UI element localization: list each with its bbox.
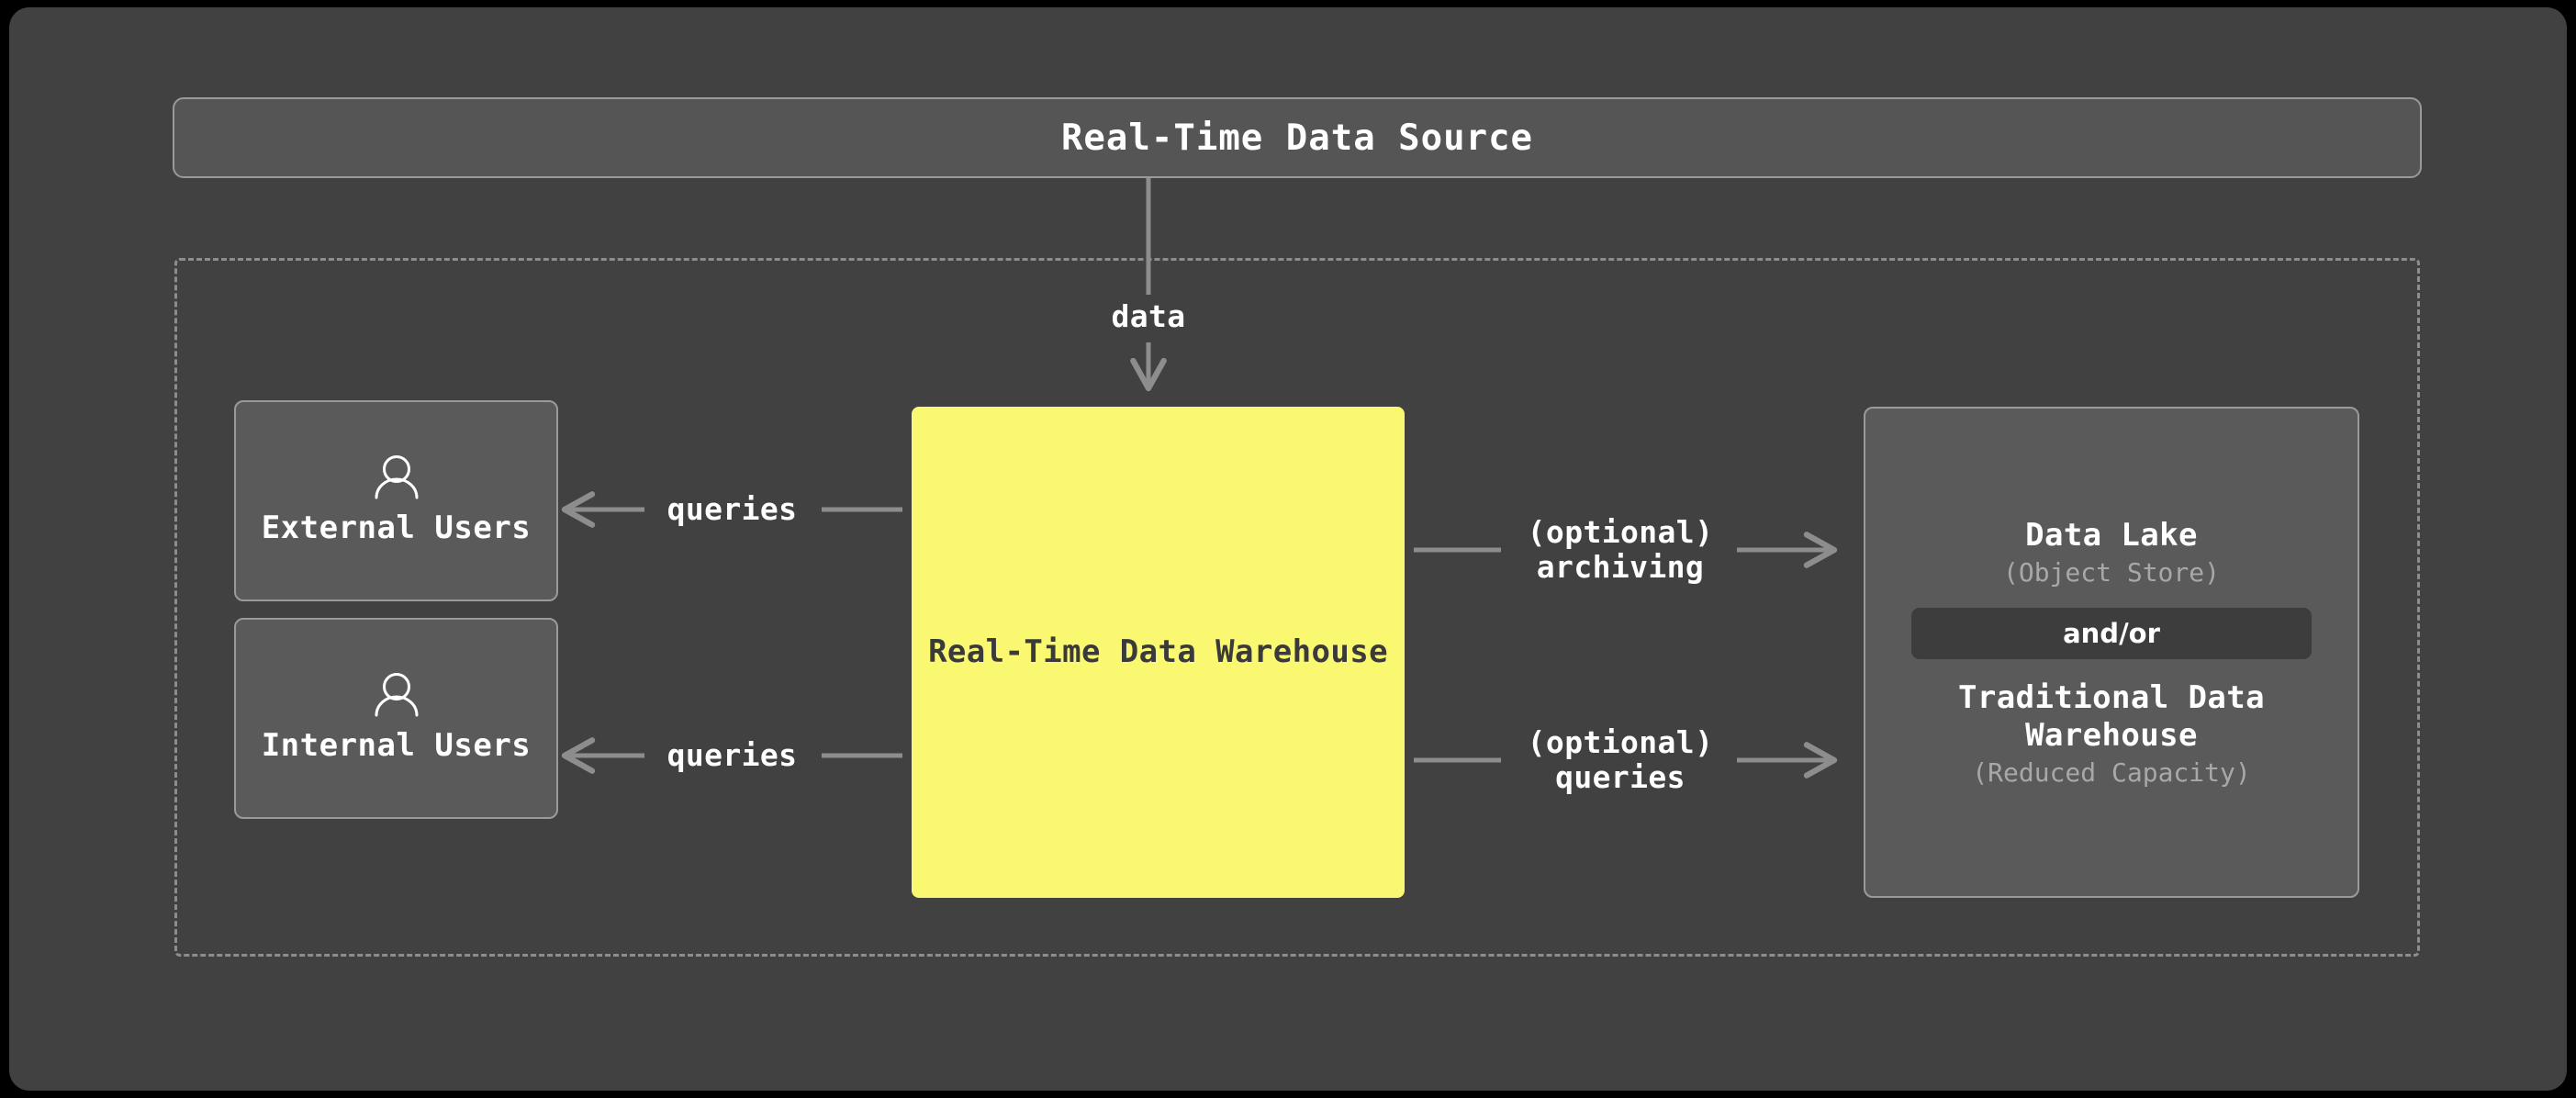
- data-lake-subtitle: (Object Store): [2002, 556, 2220, 588]
- data-lake-title: Data Lake: [2025, 516, 2198, 554]
- person-icon: [375, 673, 418, 717]
- external-users-box[interactable]: External Users: [234, 400, 558, 601]
- internal-users-box[interactable]: Internal Users: [234, 618, 558, 819]
- and-or-badge: and/or: [1911, 608, 2312, 660]
- external-users-label: External Users: [261, 510, 532, 547]
- real-time-data-warehouse-box[interactable]: Real-Time Data Warehouse: [912, 407, 1405, 898]
- traditional-warehouse-title: Traditional Data Warehouse: [1958, 679, 2265, 754]
- source-title: Real-Time Data Source: [1060, 117, 1534, 159]
- and-or-label: and/or: [2063, 618, 2160, 650]
- edge-label-queries-internal: queries: [666, 737, 798, 773]
- traditional-warehouse-subtitle: (Reduced Capacity): [1972, 756, 2251, 788]
- warehouse-label: Real-Time Data Warehouse: [928, 633, 1388, 670]
- internal-users-label: Internal Users: [261, 727, 532, 765]
- diagram-canvas: Real-Time Data Source data queries queri…: [9, 7, 2567, 1091]
- real-time-data-source-box[interactable]: Real-Time Data Source: [173, 97, 2422, 178]
- edge-label-queries-external: queries: [666, 491, 798, 527]
- edge-label-optional-queries: (optional) queries: [1527, 724, 1714, 795]
- storage-options-box[interactable]: Data Lake (Object Store) and/or Traditio…: [1864, 407, 2359, 898]
- edge-label-data: data: [1111, 298, 1186, 334]
- person-icon: [375, 455, 418, 499]
- edge-label-optional-archiving: (optional) archiving: [1527, 514, 1714, 585]
